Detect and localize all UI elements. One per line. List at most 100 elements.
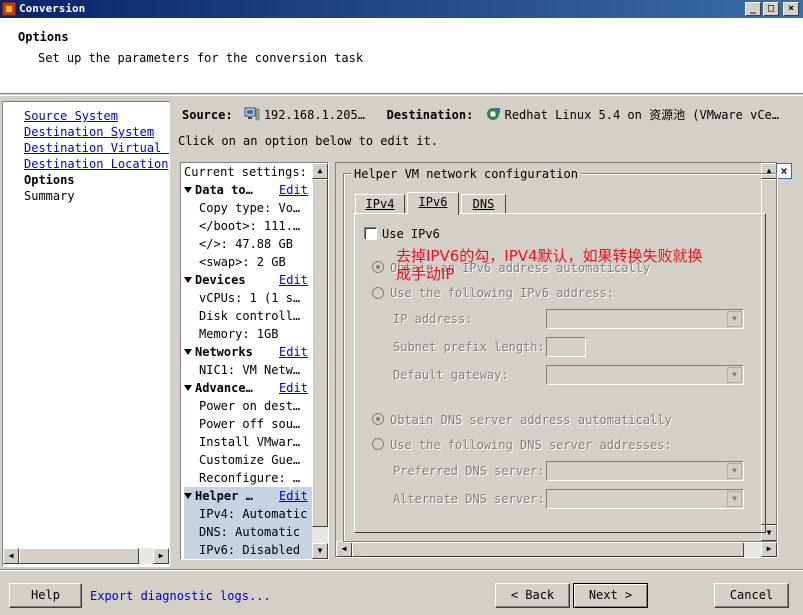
- source-value: 192.168.1.205…: [263, 108, 365, 122]
- annotation-note: 去掉IPV6的勾，IPV4默认，如果转换失败就换成手动IP: [396, 247, 703, 283]
- section-data-to-copy[interactable]: Data to… Edit: [184, 181, 312, 199]
- window-title: Conversion: [19, 2, 86, 15]
- setting-item[interactable]: Install VMwar…: [184, 433, 312, 451]
- expand-arrow-icon[interactable]: [184, 187, 192, 193]
- current-settings-list: Current settings: Data to… Edit Copy type…: [180, 162, 329, 560]
- section-title: Devices: [195, 273, 246, 287]
- prefix-length-field[interactable]: [546, 337, 586, 357]
- setting-item[interactable]: Power on dest…: [184, 397, 312, 415]
- preferred-dns-label: Preferred DNS server:: [393, 464, 545, 478]
- cancel-button[interactable]: Cancel: [714, 583, 789, 608]
- scroll-right-icon[interactable]: ▶: [761, 541, 777, 557]
- obtain-dns-auto-label: Obtain DNS server address automatically: [390, 413, 672, 427]
- expand-arrow-icon[interactable]: [184, 349, 192, 355]
- server-icon: [244, 107, 260, 121]
- settings-vertical-scrollbar[interactable]: ▲ ▼: [312, 163, 328, 559]
- step-options[interactable]: Options: [24, 173, 75, 187]
- edit-link[interactable]: Edit: [279, 271, 308, 289]
- use-following-ipv6-radio[interactable]: [372, 287, 384, 299]
- setting-item[interactable]: vCPUs: 1 (1 s…: [184, 289, 312, 307]
- section-helper-vm[interactable]: Helper … Edit: [184, 487, 312, 505]
- step-destination-location[interactable]: Destination Location: [24, 157, 169, 171]
- setting-item[interactable]: </>: 47.88 GB: [184, 235, 312, 253]
- use-following-dns-radio[interactable]: [372, 438, 384, 450]
- section-advanced[interactable]: Advance… Edit: [184, 379, 312, 397]
- group-title: Helper VM network configuration: [351, 167, 581, 181]
- footer-divider: [0, 569, 803, 571]
- setting-item[interactable]: NIC1: VM Netw…: [184, 361, 312, 379]
- setting-item[interactable]: <swap>: 2 GB: [184, 253, 312, 271]
- step-destination-vm[interactable]: Destination Virtual M: [24, 141, 169, 155]
- section-devices[interactable]: Devices Edit: [184, 271, 312, 289]
- expand-arrow-icon[interactable]: [184, 277, 192, 283]
- alternate-dns-field[interactable]: ▼: [546, 489, 744, 509]
- section-title: Data to…: [195, 183, 253, 197]
- scroll-left-icon[interactable]: ◀: [3, 548, 19, 564]
- edit-link[interactable]: Edit: [279, 379, 308, 397]
- setting-item[interactable]: Memory: 1GB: [184, 325, 312, 343]
- chevron-down-icon[interactable]: ▼: [727, 491, 742, 507]
- setting-item[interactable]: Disk controll…: [184, 307, 312, 325]
- tab-ipv6[interactable]: IPv6: [407, 192, 459, 215]
- use-ipv6-label: Use IPv6: [382, 227, 440, 241]
- back-button[interactable]: < Back: [495, 583, 570, 608]
- setting-item[interactable]: Customize Gue…: [184, 451, 312, 469]
- expand-arrow-icon[interactable]: [184, 385, 192, 391]
- chevron-down-icon[interactable]: ▼: [727, 367, 742, 383]
- minimize-button[interactable]: _: [745, 2, 761, 16]
- default-gateway-field[interactable]: ▼: [546, 365, 744, 385]
- step-summary[interactable]: Summary: [24, 189, 75, 203]
- prefix-length-label: Subnet prefix length:: [393, 340, 545, 354]
- help-button[interactable]: Help: [9, 583, 82, 608]
- step-destination-system[interactable]: Destination System: [24, 125, 154, 139]
- edit-link[interactable]: Edit: [279, 487, 308, 505]
- scroll-thumb[interactable]: [352, 541, 744, 557]
- edit-link[interactable]: Edit: [279, 343, 308, 361]
- obtain-dns-auto-radio[interactable]: [372, 413, 384, 425]
- setting-item[interactable]: IPv4: Automatic: [184, 505, 312, 523]
- chevron-down-icon[interactable]: ▼: [727, 463, 742, 479]
- scroll-down-icon[interactable]: ▼: [312, 543, 328, 559]
- title-bar: Conversion _ □ ×: [0, 0, 803, 18]
- setting-item[interactable]: Copy type: Vo…: [184, 199, 312, 217]
- nav-horizontal-scrollbar[interactable]: ◀ ▶: [3, 548, 169, 564]
- scroll-right-icon[interactable]: ▶: [153, 548, 169, 564]
- section-title: Networks: [195, 345, 253, 359]
- setting-item[interactable]: IPv6: Disabled: [184, 541, 312, 559]
- scroll-up-icon[interactable]: ▲: [312, 163, 328, 179]
- scroll-thumb[interactable]: [19, 548, 139, 564]
- close-panel-icon[interactable]: ×: [776, 163, 792, 179]
- tab-ipv4[interactable]: IPv4: [355, 194, 405, 214]
- close-button[interactable]: ×: [783, 2, 799, 16]
- tab-label: IPv6: [418, 195, 448, 209]
- tab-label: IPv4: [365, 197, 395, 211]
- setting-item[interactable]: Power off sou…: [184, 415, 312, 433]
- export-logs-link[interactable]: Export diagnostic logs...: [90, 589, 271, 603]
- edit-link[interactable]: Edit: [279, 181, 308, 199]
- maximize-button[interactable]: □: [763, 2, 779, 16]
- scroll-left-icon[interactable]: ◀: [336, 541, 352, 557]
- section-title: Helper …: [195, 489, 253, 503]
- vm-icon: [486, 108, 500, 120]
- tab-dns[interactable]: DNS: [461, 194, 506, 214]
- next-button[interactable]: Next >: [573, 583, 648, 608]
- app-icon: [2, 2, 16, 16]
- use-ipv6-checkbox[interactable]: [364, 227, 377, 240]
- section-title: Advance…: [195, 381, 253, 395]
- setting-item[interactable]: </boot>: 111.…: [184, 217, 312, 235]
- panel-horizontal-scrollbar[interactable]: ◀ ▶: [336, 541, 777, 557]
- setting-item[interactable]: DNS: Automatic: [184, 523, 312, 541]
- obtain-ipv6-auto-radio[interactable]: [372, 261, 384, 273]
- setting-item[interactable]: Reconfigure: …: [184, 469, 312, 487]
- expand-arrow-icon[interactable]: [184, 493, 192, 499]
- default-gateway-label: Default gateway:: [393, 368, 509, 382]
- scroll-thumb[interactable]: [312, 179, 328, 527]
- section-networks[interactable]: Networks Edit: [184, 343, 312, 361]
- ip-address-field[interactable]: ▼: [546, 309, 744, 329]
- chevron-down-icon[interactable]: ▼: [727, 311, 742, 327]
- source-destination-bar: Source: 192.168.1.205… Destination: Redh…: [182, 106, 779, 123]
- step-source-system[interactable]: Source System: [24, 109, 118, 123]
- preferred-dns-field[interactable]: ▼: [546, 461, 744, 481]
- wizard-steps: Source System Destination System Destina…: [2, 101, 170, 567]
- wizard-header: Options Set up the parameters for the co…: [0, 18, 803, 94]
